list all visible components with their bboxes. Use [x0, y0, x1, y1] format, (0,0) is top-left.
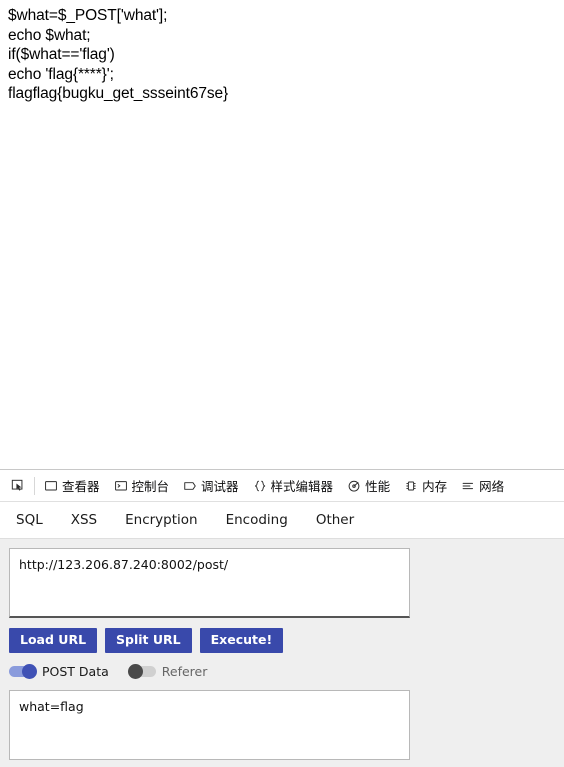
url-input[interactable]: http://123.206.87.240:8002/post/ — [9, 548, 410, 618]
referer-toggle[interactable]: Referer — [127, 664, 208, 679]
hackbar-tab-encoding[interactable]: Encoding — [226, 512, 306, 528]
devtools-tab-network[interactable]: 网络 — [454, 470, 511, 501]
php-source-line: echo 'flag{****}'; — [8, 65, 114, 83]
hackbar-button-row: Load URL Split URL Execute! — [9, 628, 564, 653]
performance-icon — [348, 480, 360, 492]
debugger-icon — [184, 481, 196, 490]
post-data-toggle-track — [9, 664, 37, 679]
devtools-tab-label: 调试器 — [201, 479, 239, 494]
split-url-button[interactable]: Split URL — [105, 628, 192, 653]
referer-toggle-track — [127, 664, 156, 679]
devtools-panel: 查看器 控制台 调试器 样式编辑器 性能 内存 网络 SQL XSS Encry… — [0, 469, 564, 767]
devtools-tab-label: 性能 — [365, 479, 391, 494]
toolbar-divider — [34, 476, 35, 495]
devtools-tab-label: 内存 — [422, 479, 448, 494]
devtools-tab-label: 控制台 — [131, 479, 170, 494]
console-icon — [114, 480, 127, 491]
php-source-line: echo $what; — [8, 26, 91, 44]
hackbar-tab-strip: SQL XSS Encryption Encoding Other — [0, 502, 564, 539]
inspector-icon — [45, 480, 57, 491]
network-icon — [462, 482, 474, 489]
devtools-tab-style-editor[interactable]: 样式编辑器 — [246, 470, 341, 501]
hackbar-tab-other[interactable]: Other — [316, 512, 372, 528]
referer-toggle-knob — [127, 664, 143, 679]
hackbar-tab-sql[interactable]: SQL — [16, 512, 61, 528]
php-source-line: $what=$_POST['what']; — [8, 7, 168, 24]
flag-output-line: flagflag{bugku_get_ssseint67se} — [8, 85, 229, 103]
devtools-tab-label: 网络 — [479, 479, 505, 494]
post-data-input[interactable]: what=flag — [9, 690, 410, 760]
devtools-toolbar: 查看器 控制台 调试器 样式编辑器 性能 内存 网络 — [0, 470, 564, 502]
devtools-tab-console[interactable]: 控制台 — [107, 470, 177, 501]
hackbar-toggle-row: POST Data Referer — [9, 664, 564, 679]
post-data-toggle-knob — [22, 664, 37, 679]
devtools-tab-performance[interactable]: 性能 — [340, 470, 397, 501]
element-picker-icon — [11, 479, 23, 491]
devtools-tab-memory[interactable]: 内存 — [397, 470, 454, 501]
post-data-toggle-label: POST Data — [42, 664, 109, 679]
hackbar-tab-xss[interactable]: XSS — [71, 512, 115, 528]
hackbar-body: http://123.206.87.240:8002/post/ Load UR… — [0, 539, 564, 767]
php-source-line: if($what=='flag') — [8, 46, 115, 64]
devtools-tab-debugger[interactable]: 调试器 — [176, 470, 246, 501]
post-data-toggle[interactable]: POST Data — [9, 664, 109, 679]
load-url-button[interactable]: Load URL — [9, 628, 98, 653]
memory-icon — [406, 480, 416, 491]
execute-button[interactable]: Execute! — [199, 628, 284, 653]
element-picker-button[interactable] — [2, 470, 34, 501]
page-content-area: $what=$_POST['what']; echo $what; if($wh… — [0, 0, 564, 469]
browser-window: $what=$_POST['what']; echo $what; if($wh… — [0, 0, 564, 767]
hackbar-tab-encryption[interactable]: Encryption — [125, 512, 215, 528]
devtools-tab-inspector[interactable]: 查看器 — [37, 470, 107, 501]
devtools-tab-label: 样式编辑器 — [270, 479, 334, 494]
devtools-tab-label: 查看器 — [62, 479, 100, 494]
style-editor-icon — [254, 480, 265, 491]
referer-toggle-label: Referer — [161, 664, 208, 679]
